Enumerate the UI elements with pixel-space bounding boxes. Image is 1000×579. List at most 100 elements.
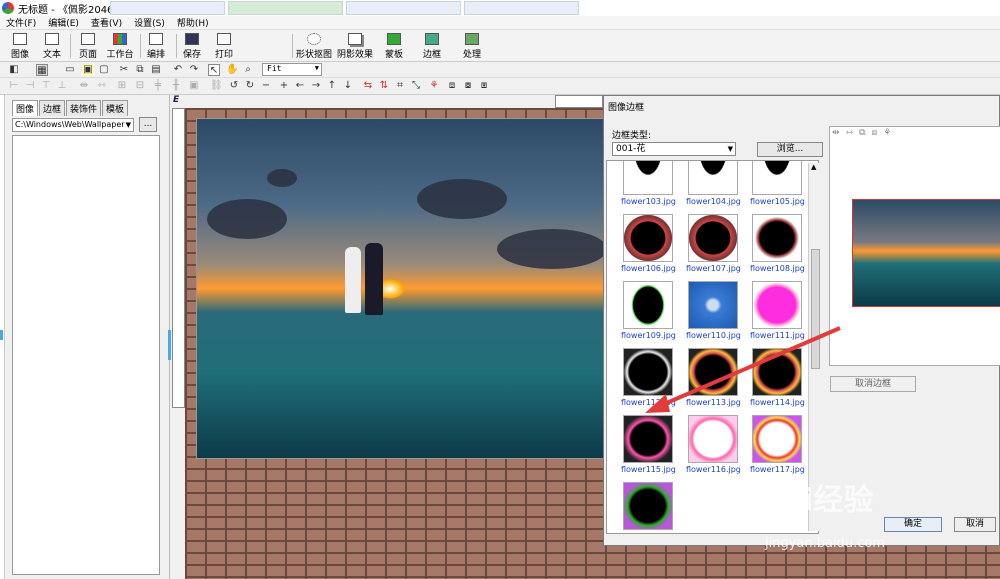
grid-icon[interactable]: ▦ [36, 64, 48, 76]
paste-icon[interactable]: ▤ [150, 64, 162, 76]
arrow-up-icon[interactable]: ↑ [326, 80, 338, 92]
hand-icon[interactable]: ✋ [226, 64, 238, 76]
arrow-left-icon[interactable]: ← [294, 80, 306, 92]
shadow-button[interactable]: 阴影效果 [336, 32, 374, 60]
layer-up-icon[interactable]: ⧈ [446, 80, 458, 92]
scroll-up-icon[interactable]: ▲ [811, 163, 816, 171]
align-left-icon[interactable]: ⊢ [8, 80, 20, 92]
plus-icon[interactable]: + [278, 80, 290, 92]
redo-icon[interactable]: ↷ [188, 64, 200, 76]
border-thumbnail[interactable]: flower111.jpg [750, 281, 805, 345]
border-thumbnail[interactable]: flower108.jpg [750, 214, 805, 278]
border-thumbnail[interactable]: flower116.jpg [686, 415, 741, 479]
zoom-icon[interactable]: ⌕ [242, 64, 254, 76]
distribute-icon[interactable]: ⇹ [78, 80, 90, 92]
splitter-handle[interactable] [0, 330, 3, 340]
arrow-down-icon[interactable]: ↓ [342, 80, 354, 92]
menu-file[interactable]: 文件(F) [6, 16, 36, 29]
browse-folder-button[interactable]: ... [139, 117, 157, 132]
cancel-border-button[interactable]: 取消边框 [830, 376, 916, 392]
fit-icon[interactable]: ▣ [82, 64, 94, 76]
align-center-icon[interactable]: ⊣ [24, 80, 36, 92]
ok-button[interactable]: 确定 [884, 517, 942, 532]
border-thumbnail[interactable]: flower110.jpg [686, 281, 741, 345]
border-thumbnail[interactable]: flower103.jpg [621, 161, 676, 211]
preview-tool-icon[interactable]: ⧈ [872, 128, 878, 138]
border-thumbnail[interactable]: flower104.jpg [686, 161, 741, 211]
image-button[interactable]: 图像 [2, 32, 38, 60]
zoom-select[interactable]: Fit ▼ [262, 63, 322, 76]
align-top-icon[interactable]: ⊤ [40, 80, 52, 92]
pointer-icon[interactable]: ↖ [208, 64, 220, 76]
mask-button[interactable]: 蒙板 [376, 32, 412, 60]
edit-button[interactable]: 编排 [138, 32, 174, 60]
comment-icon[interactable]: ▭ [64, 64, 76, 76]
preview-tool-icon[interactable]: ⇿ [846, 128, 854, 138]
preview-tool-icon[interactable]: ⇹ [832, 128, 840, 138]
tab-image[interactable]: 图像 [12, 100, 39, 116]
text-button[interactable]: 文本 [34, 32, 70, 60]
frame-icon[interactable]: ▢ [98, 64, 110, 76]
border-thumbnail[interactable]: flower118.jpg [621, 482, 676, 533]
menu-help[interactable]: 帮助(H) [177, 16, 209, 29]
background-tab[interactable] [464, 1, 579, 15]
link-icon[interactable]: ⛓ [210, 80, 223, 92]
minus-icon[interactable]: − [260, 80, 272, 92]
layer-down-icon[interactable]: ⧇ [462, 80, 474, 92]
border-button[interactable]: 边框 [414, 32, 450, 60]
same-width-icon[interactable]: ⊞ [116, 80, 128, 92]
resize-icon[interactable]: ⤡ [410, 80, 422, 92]
scrollbar-thumb[interactable] [811, 249, 820, 369]
tab-border[interactable]: 边框 [39, 100, 66, 116]
background-tab[interactable] [228, 1, 343, 15]
align-bottom-icon[interactable]: ⊥ [56, 80, 68, 92]
border-thumbnail[interactable]: flower105.jpg [750, 161, 805, 211]
canvas-photo[interactable] [196, 118, 604, 459]
background-tab[interactable] [110, 1, 225, 15]
same-height-icon[interactable]: ⊟ [134, 80, 146, 92]
select-shape-icon[interactable]: ◧ [8, 64, 20, 76]
center-v-icon[interactable]: ╫ [170, 80, 182, 92]
file-list[interactable] [12, 135, 160, 575]
cut-icon[interactable]: ✂ [118, 64, 130, 76]
border-thumbnail[interactable]: flower106.jpg [621, 214, 676, 278]
copy-icon[interactable]: ⧉ [134, 64, 146, 76]
border-thumbnail[interactable]: flower115.jpg [621, 415, 676, 479]
space-icon[interactable]: ⇿ [96, 80, 108, 92]
border-thumbnail[interactable]: flower117.jpg [750, 415, 805, 479]
browse-button[interactable]: 浏览... [757, 142, 823, 157]
cancel-button[interactable]: 取消 [954, 517, 996, 532]
layer-icon[interactable]: ⧆ [478, 80, 490, 92]
workbench-button[interactable]: 工作台 [102, 32, 138, 60]
preview-tool-icon[interactable]: ⚘ [883, 128, 891, 138]
shape-crop-button[interactable]: 形状抠图 [294, 32, 334, 60]
crop-icon[interactable]: ⌗ [394, 80, 406, 92]
save-button[interactable]: 保存 [174, 32, 210, 60]
group-icon[interactable]: ▣ [188, 80, 200, 92]
menu-edit[interactable]: 编辑(E) [48, 16, 79, 29]
border-thumbnail[interactable]: flower113.jpg [686, 348, 741, 412]
rotate-left-icon[interactable]: ↺ [228, 80, 240, 92]
splitter-handle[interactable] [168, 330, 171, 360]
process-button[interactable]: 处理 [454, 32, 490, 60]
tab-decoration[interactable]: 装饰件 [66, 100, 102, 116]
tab-template[interactable]: 模板 [102, 100, 129, 116]
border-thumbnail[interactable]: flower112.jpg [621, 348, 676, 412]
border-thumbnail[interactable]: flower109.jpg [621, 281, 676, 345]
print-button[interactable]: 打印 [206, 32, 242, 60]
menu-settings[interactable]: 设置(S) [134, 16, 165, 29]
flip-v-icon[interactable]: ⇅ [378, 80, 390, 92]
border-thumbnail[interactable]: flower114.jpg [750, 348, 805, 412]
flip-h-icon[interactable]: ⇆ [362, 80, 374, 92]
magic-icon[interactable]: ⚘ [428, 80, 440, 92]
preview-tool-icon[interactable]: ⧉ [859, 128, 865, 138]
arrow-right-icon[interactable]: → [310, 80, 322, 92]
center-h-icon[interactable]: ╪ [152, 80, 164, 92]
page-button[interactable]: 页面 [70, 32, 106, 60]
menu-view[interactable]: 查看(V) [91, 16, 122, 29]
border-thumbnail[interactable]: flower107.jpg [686, 214, 741, 278]
undo-icon[interactable]: ↶ [172, 64, 184, 76]
background-tab[interactable] [346, 1, 461, 15]
path-select[interactable]: C:\Windows\Web\Wallpaper ▼ [12, 118, 134, 132]
border-type-select[interactable]: 001-花 ▼ [612, 142, 736, 156]
